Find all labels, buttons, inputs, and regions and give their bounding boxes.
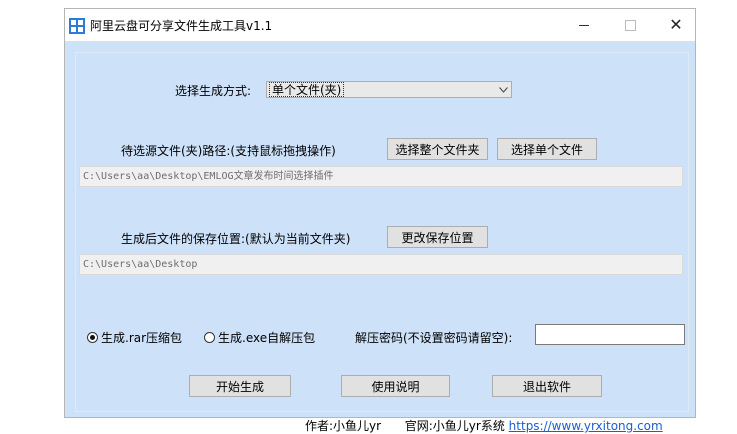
app-icon [69,18,85,34]
output-path-field[interactable]: C:\Users\aa\Desktop [79,254,683,275]
source-path-field[interactable]: C:\Users\aa\Desktop\EMLOG文章发布时间选择插件 [79,166,683,187]
minimize-icon [579,24,589,26]
mode-select-value: 单个文件(夹) [269,82,345,97]
close-icon: ✕ [669,15,683,34]
radio-exe[interactable]: 生成.exe自解压包 [204,329,315,346]
output-path-label: 生成后文件的保存位置:(默认为当前文件夹) [121,232,351,246]
site-link[interactable]: https://www.yrxitong.com [509,419,663,433]
change-location-button[interactable]: 更改保存位置 [387,226,488,248]
window-title: 阿里云盘可分享文件生成工具v1.1 [90,19,273,33]
client-area: 选择生成方式: 单个文件(夹) 待选源文件(夹)路径:(支持鼠标拖拽操作) 选择… [65,41,695,433]
mode-label: 选择生成方式: [175,84,252,98]
minimize-button[interactable] [561,9,607,41]
password-field[interactable] [535,324,685,345]
mode-select[interactable]: 单个文件(夹) [266,81,512,98]
app-window: 阿里云盘可分享文件生成工具v1.1 ✕ 选择生成方式: 单个文件(夹) 待选源文… [64,8,696,433]
footer: 作者:小鱼儿yr 官网:小鱼儿yr系统 https://www.yrxitong… [305,417,663,434]
radio-rar-indicator[interactable] [87,332,98,343]
radio-rar-label: 生成.rar压缩包 [101,331,183,345]
maximize-button[interactable] [607,9,653,41]
chevron-down-icon[interactable] [495,82,511,97]
select-folder-button[interactable]: 选择整个文件夹 [387,138,488,160]
password-label: 解压密码(不设置密码请留空): [355,331,513,345]
exit-button[interactable]: 退出软件 [492,375,602,397]
radio-exe-indicator[interactable] [204,332,215,343]
radio-exe-label: 生成.exe自解压包 [218,331,316,345]
title-bar[interactable]: 阿里云盘可分享文件生成工具v1.1 ✕ [65,9,695,41]
select-file-button[interactable]: 选择单个文件 [497,138,597,160]
close-button[interactable]: ✕ [653,9,699,41]
start-button[interactable]: 开始生成 [189,375,291,397]
maximize-icon [624,19,636,31]
help-button[interactable]: 使用说明 [341,375,450,397]
author-text: 作者:小鱼儿yr [305,419,382,433]
radio-rar[interactable]: 生成.rar压缩包 [87,329,182,346]
source-path-label: 待选源文件(夹)路径:(支持鼠标拖拽操作) [121,144,336,158]
site-label: 官网:小鱼儿yr系统 [404,419,505,433]
